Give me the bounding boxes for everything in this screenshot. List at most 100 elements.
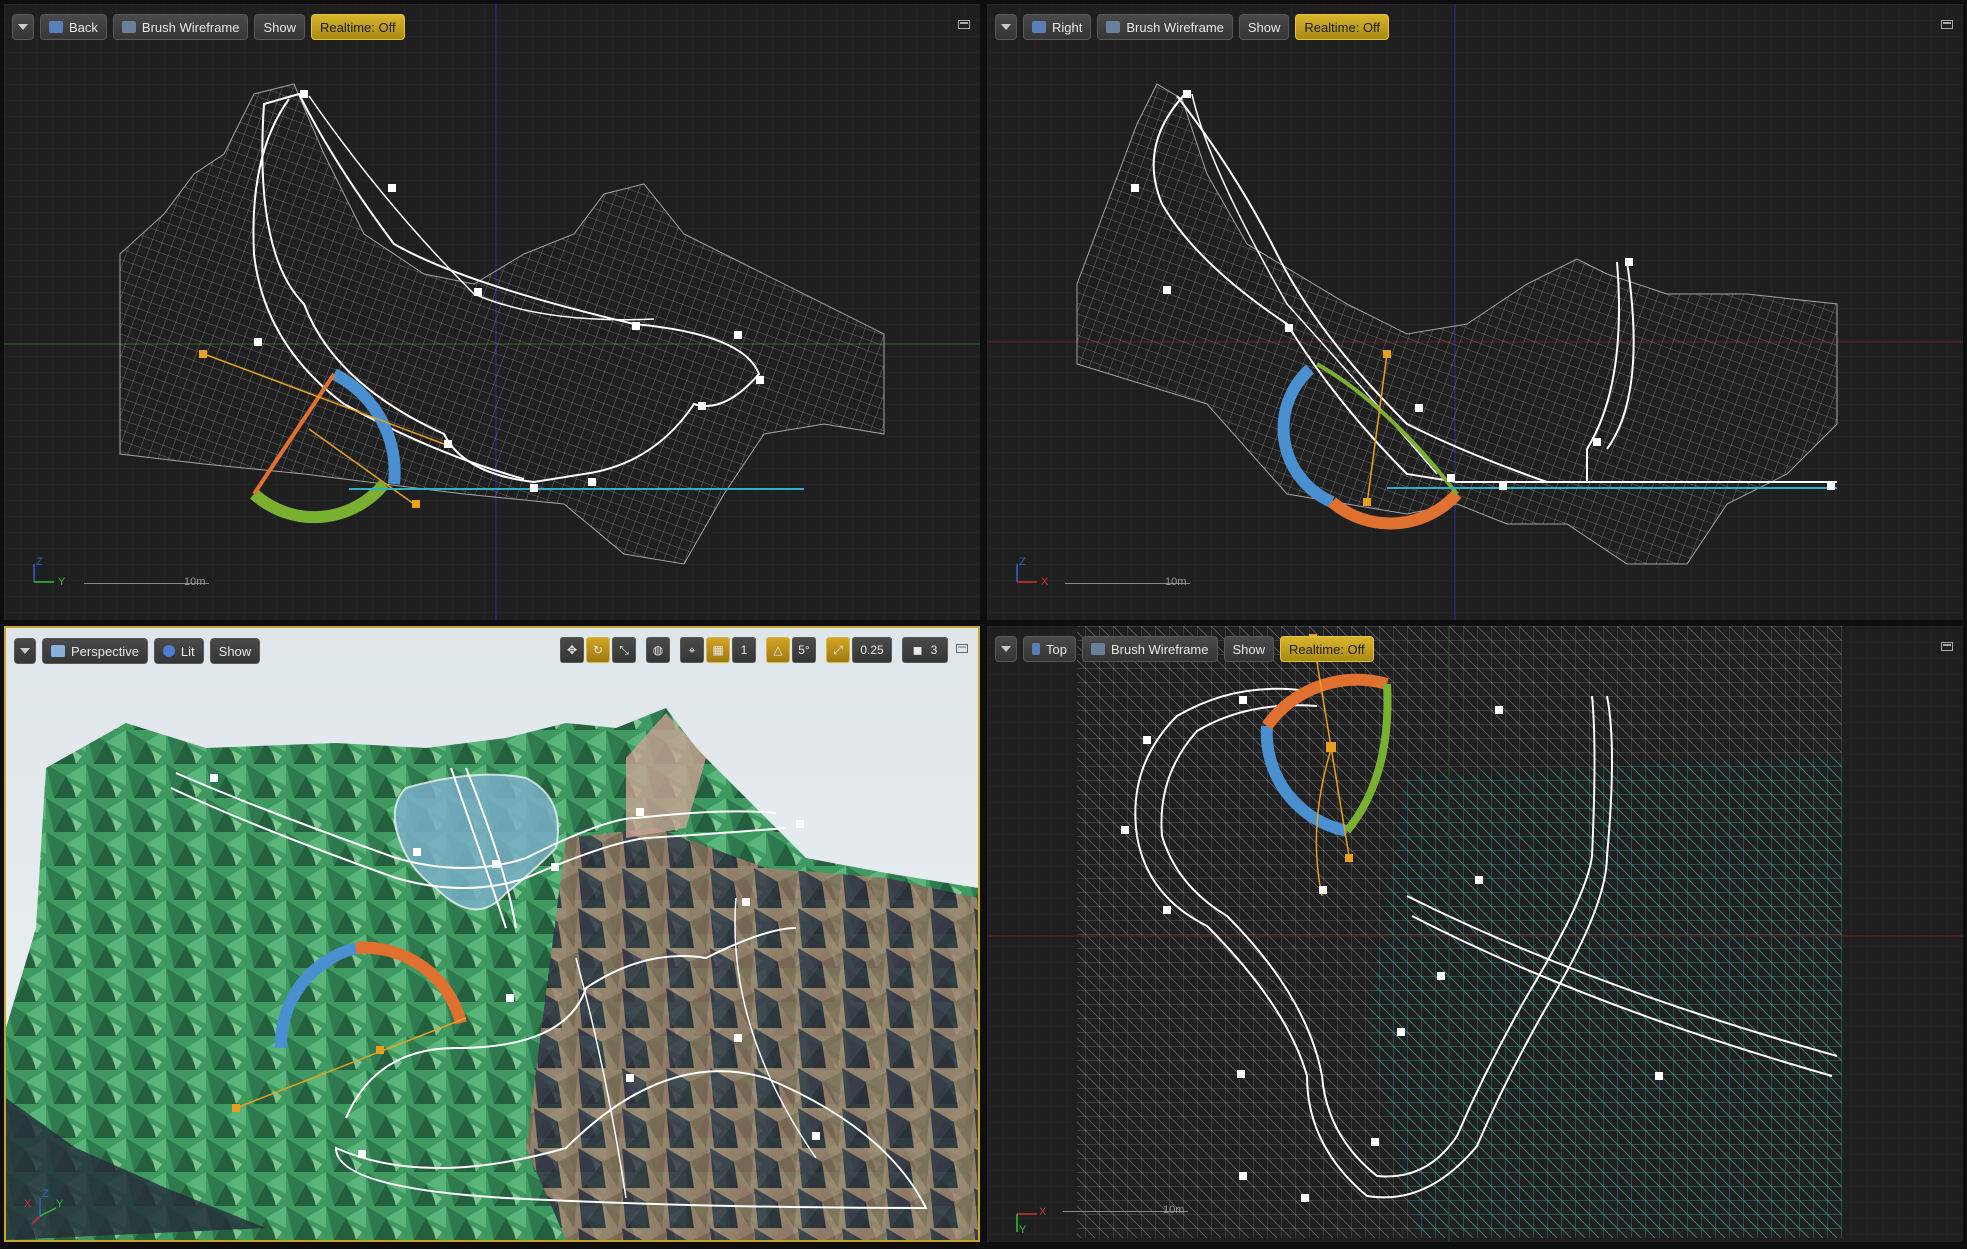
back-view-type-button[interactable]: Back [40, 14, 107, 40]
back-realtime-label: Realtime: Off [319, 19, 396, 35]
top-toolbar: Top Brush Wireframe Show Realtime: Off [995, 635, 1374, 663]
camera-speed-value-label: 3 [930, 643, 938, 657]
rotation-snap-value[interactable]: 5° [792, 637, 816, 663]
grid-snap-value-label: 1 [740, 643, 748, 657]
camera-speed-button[interactable]: ◼ 3 [902, 637, 948, 663]
perspective-axis-indicator: X Z Y [20, 1188, 66, 1228]
right-axis-indicator: Z X [1011, 556, 1051, 589]
right-options-dropdown[interactable] [995, 14, 1017, 40]
camera-icon [1032, 643, 1040, 655]
perspective-axis-z: Z [42, 1188, 49, 1200]
camera-icon [49, 21, 63, 33]
perspective-axis-x: X [24, 1198, 32, 1210]
maximize-icon[interactable] [1941, 642, 1953, 651]
right-show-label: Show [1247, 19, 1281, 35]
scale-snap-toggle[interactable]: ⤢ [826, 637, 850, 663]
perspective-options-dropdown[interactable] [14, 638, 36, 664]
rotation-snap-toggle[interactable]: △ [766, 637, 790, 663]
surface-snap-icon: ⌖ [688, 642, 696, 657]
dropdown-icon [20, 648, 30, 654]
coordinate-system-button[interactable]: ◍ [646, 637, 670, 663]
rotation-snap-value-label: 5° [798, 643, 810, 657]
back-options-dropdown[interactable] [12, 14, 34, 40]
lit-sphere-icon [162, 645, 175, 657]
world-icon: ◍ [652, 643, 664, 657]
right-realtime-label: Realtime: Off [1304, 19, 1381, 35]
translate-tool[interactable]: ✥ [560, 637, 584, 663]
perspective-scene [6, 628, 978, 1240]
dropdown-icon [18, 24, 28, 30]
top-show-label: Show [1232, 641, 1266, 657]
back-realtime-button[interactable]: Realtime: Off [310, 14, 405, 40]
top-mode-label: Brush Wireframe [1110, 641, 1209, 657]
perspective-view-type-button[interactable]: Perspective [42, 638, 148, 664]
right-show-button[interactable]: Show [1238, 14, 1290, 40]
grid-snap-icon: ▦ [712, 643, 724, 657]
dropdown-icon [1001, 646, 1011, 652]
viewport-right[interactable]: Right Brush Wireframe Show Realtime: Off… [987, 4, 1963, 620]
rotate-icon: ↻ [592, 643, 604, 657]
top-realtime-label: Realtime: Off [1289, 641, 1365, 657]
right-axis-x: X [1041, 576, 1049, 588]
right-realtime-button[interactable]: Realtime: Off [1295, 14, 1390, 40]
viewport-top[interactable]: Top Brush Wireframe Show Realtime: Off X… [987, 626, 1963, 1242]
viewport-back[interactable]: Back Brush Wireframe Show Realtime: Off … [4, 4, 980, 620]
grid-snap-toggle[interactable]: ▦ [706, 637, 730, 663]
back-show-label: Show [263, 19, 296, 35]
top-options-dropdown[interactable] [995, 636, 1017, 662]
top-realtime-button[interactable]: Realtime: Off [1280, 636, 1374, 662]
scale-icon: ⤡ [619, 642, 629, 657]
scale-tool[interactable]: ⤡ [612, 637, 636, 663]
translate-icon: ✥ [566, 643, 578, 657]
surface-snap-button[interactable]: ⌖ [680, 637, 704, 663]
wireframe-icon [1090, 643, 1105, 655]
dropdown-icon [1001, 24, 1011, 30]
scale-snap-value-label: 0.25 [860, 643, 884, 657]
scale-snap-icon: ⤢ [833, 642, 843, 657]
top-axis-y: Y [1019, 1224, 1027, 1236]
top-axis-x: X [1039, 1206, 1047, 1218]
wireframe-icon [121, 21, 136, 33]
back-axis-y: Y [58, 576, 66, 588]
right-view-type-button[interactable]: Right [1023, 14, 1092, 40]
top-view-label: Top [1046, 641, 1067, 657]
perspective-show-button[interactable]: Show [209, 638, 261, 664]
back-view-mode-button[interactable]: Brush Wireframe [112, 14, 249, 40]
back-scale-label: 10m [184, 576, 206, 588]
back-axis-indicator: Z Y [28, 556, 68, 589]
perspective-axis-y: Y [56, 1198, 64, 1210]
top-scene [987, 626, 1963, 1242]
transform-toolbar: ✥ ↻ ⤡ ◍ ⌖ ▦ 1 △ 5° ⤢ 0.25 ◼ 3 [560, 637, 948, 663]
maximize-icon[interactable] [956, 644, 968, 653]
maximize-icon[interactable] [1941, 20, 1953, 29]
back-show-button[interactable]: Show [254, 14, 305, 40]
back-mode-label: Brush Wireframe [141, 19, 240, 35]
perspective-show-label: Show [218, 643, 252, 659]
right-toolbar: Right Brush Wireframe Show Realtime: Off [995, 13, 1390, 41]
back-view-label: Back [69, 19, 98, 35]
right-view-mode-button[interactable]: Brush Wireframe [1097, 14, 1233, 40]
top-scale-label: 10m [1163, 1204, 1185, 1216]
right-scale-label: 10m [1165, 576, 1187, 588]
top-show-button[interactable]: Show [1223, 636, 1275, 662]
rotate-tool[interactable]: ↻ [586, 637, 610, 663]
camera-icon [51, 645, 65, 657]
perspective-mode-label: Lit [180, 643, 195, 659]
maximize-icon[interactable] [958, 20, 970, 29]
perspective-toolbar: Perspective Lit Show [14, 637, 261, 665]
angle-snap-icon: △ [773, 643, 783, 657]
viewport-perspective[interactable]: Perspective Lit Show ✥ ↻ ⤡ ◍ ⌖ ▦ 1 △ 5° … [4, 626, 980, 1242]
top-axis-indicator: X Y [1011, 1206, 1051, 1239]
perspective-view-label: Perspective [71, 643, 139, 659]
top-view-mode-button[interactable]: Brush Wireframe [1081, 636, 1218, 662]
right-mode-label: Brush Wireframe [1126, 19, 1224, 35]
top-view-type-button[interactable]: Top [1023, 636, 1076, 662]
back-toolbar: Back Brush Wireframe Show Realtime: Off [12, 13, 405, 41]
wireframe-icon [1106, 21, 1121, 33]
grid-snap-value[interactable]: 1 [732, 637, 756, 663]
scale-snap-value[interactable]: 0.25 [852, 637, 892, 663]
perspective-view-mode-button[interactable]: Lit [153, 638, 204, 664]
back-scene [4, 4, 980, 620]
right-axis-z: Z [1019, 556, 1026, 568]
right-view-label: Right [1052, 19, 1083, 35]
